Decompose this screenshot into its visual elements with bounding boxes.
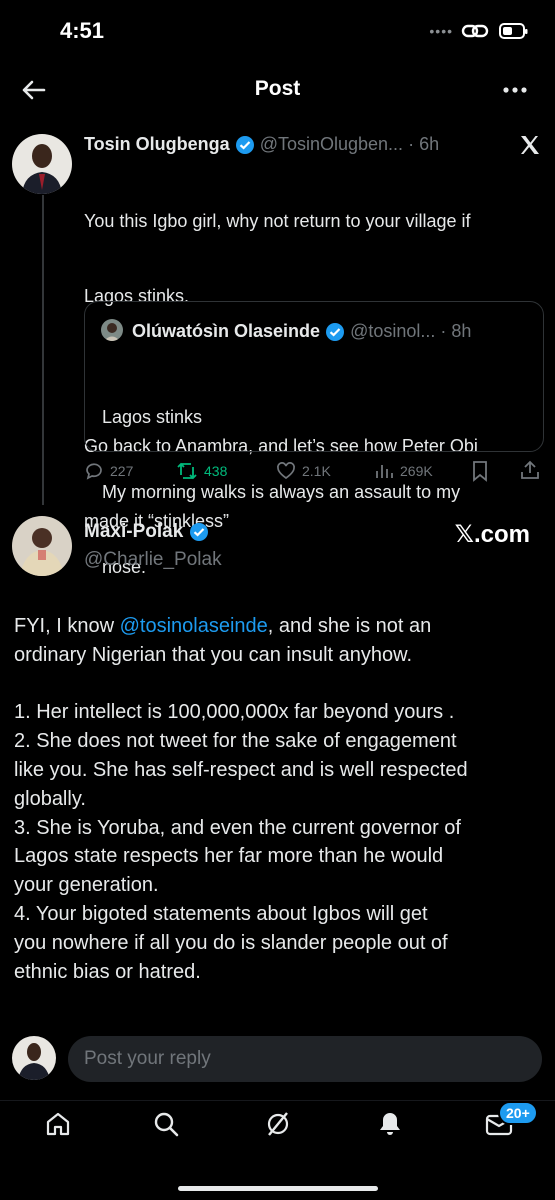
main-text-segment: 3. She is Yoruba, and even the current g… bbox=[14, 816, 461, 839]
main-text-segment: Lagos state respects her far more than h… bbox=[14, 845, 444, 868]
signal-dots-icon: •••• bbox=[429, 23, 453, 39]
mention-link[interactable]: @tosinolaseinde bbox=[120, 615, 268, 637]
grok-icon[interactable] bbox=[264, 1110, 292, 1138]
verified-badge-icon bbox=[189, 522, 208, 541]
reply-icon bbox=[86, 463, 102, 480]
quoted-text: Lagos stinks My morning walks is always … bbox=[102, 355, 532, 630]
main-text-segment: 1. Her intellect is 100,000,000x far bey… bbox=[14, 701, 455, 724]
main-text-segment: your generation. bbox=[14, 874, 159, 897]
messages-badge: 20+ bbox=[498, 1101, 538, 1125]
main-text-line: ordinary Nigerian that you can insult an… bbox=[14, 641, 544, 670]
main-text-segment: 4. Your bigoted statements about Igbos w… bbox=[14, 902, 428, 925]
parent-header: Tosin Olugbenga @TosinOlugben... · 6h bbox=[84, 134, 439, 155]
main-text-segment: you nowhere if all you do is slander peo… bbox=[14, 931, 448, 954]
main-text-line: your generation. bbox=[14, 871, 544, 900]
main-text-segment: ethnic bias or hatred. bbox=[14, 960, 201, 983]
verified-badge-icon bbox=[235, 136, 254, 155]
more-options-icon[interactable] bbox=[501, 78, 529, 102]
quoted-avatar bbox=[101, 319, 123, 341]
reply-action[interactable]: 227 bbox=[84, 461, 133, 481]
x-logo-icon bbox=[521, 136, 539, 154]
main-text-line: like you. She has self-respect and is we… bbox=[14, 756, 544, 785]
main-text-segment: globally. bbox=[14, 787, 86, 810]
notifications-bell-icon[interactable] bbox=[376, 1110, 404, 1138]
link-icon bbox=[461, 24, 489, 38]
search-icon[interactable] bbox=[152, 1110, 180, 1138]
parent-text-line: You this Igbo girl, why not return to yo… bbox=[84, 211, 471, 231]
like-count: 2.1K bbox=[302, 463, 331, 479]
main-text-line: 3. She is Yoruba, and even the current g… bbox=[14, 814, 544, 843]
quoted-header: Olúwatósìn Olaseinde @tosinol... · 8h bbox=[132, 321, 471, 342]
main-text-segment: like you. She has self-respect and is we… bbox=[14, 758, 468, 781]
repost-count: 438 bbox=[204, 463, 228, 479]
main-text-segment: , and she is not an bbox=[267, 615, 432, 637]
main-text-segment: 2. She does not tweet for the sake of en… bbox=[14, 730, 457, 753]
analytics-icon bbox=[376, 465, 393, 478]
home-indicator bbox=[178, 1186, 378, 1191]
main-text-line: 4. Your bigoted statements about Igbos w… bbox=[14, 900, 544, 929]
home-icon[interactable] bbox=[44, 1110, 72, 1138]
reply-count: 227 bbox=[110, 463, 134, 479]
main-text-segment: FYI, I know bbox=[14, 615, 120, 637]
quoted-time: · 8h bbox=[440, 321, 472, 341]
heart-icon bbox=[277, 462, 295, 480]
main-avatar[interactable] bbox=[12, 516, 72, 576]
main-tweet-text: FYI, I know @tosinolaseinde, and she is … bbox=[14, 612, 544, 986]
quoted-text-line: Lagos stinks bbox=[102, 407, 203, 427]
main-author-name[interactable]: Maxi-Polak bbox=[84, 521, 183, 542]
view-count: 269K bbox=[400, 463, 433, 479]
views-action[interactable]: 269K bbox=[374, 461, 433, 481]
thread-line bbox=[42, 195, 44, 505]
parent-time[interactable]: · 6h bbox=[408, 134, 439, 154]
main-text-line: globally. bbox=[14, 785, 544, 814]
main-text-segment: ordinary Nigerian that you can insult an… bbox=[14, 643, 413, 666]
main-text-line: 1. Her intellect is 100,000,000x far bey… bbox=[14, 698, 544, 727]
parent-author-name[interactable]: Tosin Olugbenga bbox=[84, 134, 230, 154]
parent-author-handle[interactable]: @TosinOlugben... bbox=[260, 134, 403, 154]
quoted-author-handle: @tosinol... bbox=[350, 321, 436, 341]
main-text-line: Lagos state respects her far more than h… bbox=[14, 842, 544, 871]
quoted-tweet[interactable]: Olúwatósìn Olaseinde @tosinol... · 8h La… bbox=[84, 301, 544, 577]
quoted-text-line: My morning walks is always an assault to… bbox=[102, 482, 461, 502]
reply-input[interactable]: Post your reply bbox=[68, 1036, 542, 1082]
reply-placeholder: Post your reply bbox=[84, 1048, 211, 1069]
page-title: Post bbox=[254, 77, 301, 100]
repost-action[interactable]: 438 bbox=[176, 461, 227, 481]
x-com-watermark: 𝕏.com bbox=[454, 521, 530, 548]
main-text-line bbox=[14, 670, 544, 699]
status-icons: •••• bbox=[429, 22, 529, 40]
parent-avatar[interactable] bbox=[12, 134, 72, 194]
repost-icon bbox=[177, 462, 197, 480]
user-avatar[interactable] bbox=[12, 1036, 56, 1080]
share-icon[interactable] bbox=[519, 459, 541, 481]
main-text-line: FYI, I know @tosinolaseinde, and she is … bbox=[14, 612, 544, 641]
status-time: 4:51 bbox=[60, 18, 105, 43]
main-text-line: you nowhere if all you do is slander peo… bbox=[14, 929, 544, 958]
bookmark-icon[interactable] bbox=[470, 460, 490, 482]
main-text-line: 2. She does not tweet for the sake of en… bbox=[14, 727, 544, 756]
main-text-line: ethnic bias or hatred. bbox=[14, 958, 544, 987]
main-author-handle[interactable]: @Charlie_Polak bbox=[84, 549, 222, 571]
main-header: Maxi-Polak bbox=[84, 521, 209, 543]
quoted-author-name: Olúwatósìn Olaseinde bbox=[132, 321, 321, 341]
battery-icon bbox=[499, 23, 528, 39]
like-action[interactable]: 2.1K bbox=[276, 461, 331, 481]
verified-badge-icon bbox=[326, 323, 345, 342]
